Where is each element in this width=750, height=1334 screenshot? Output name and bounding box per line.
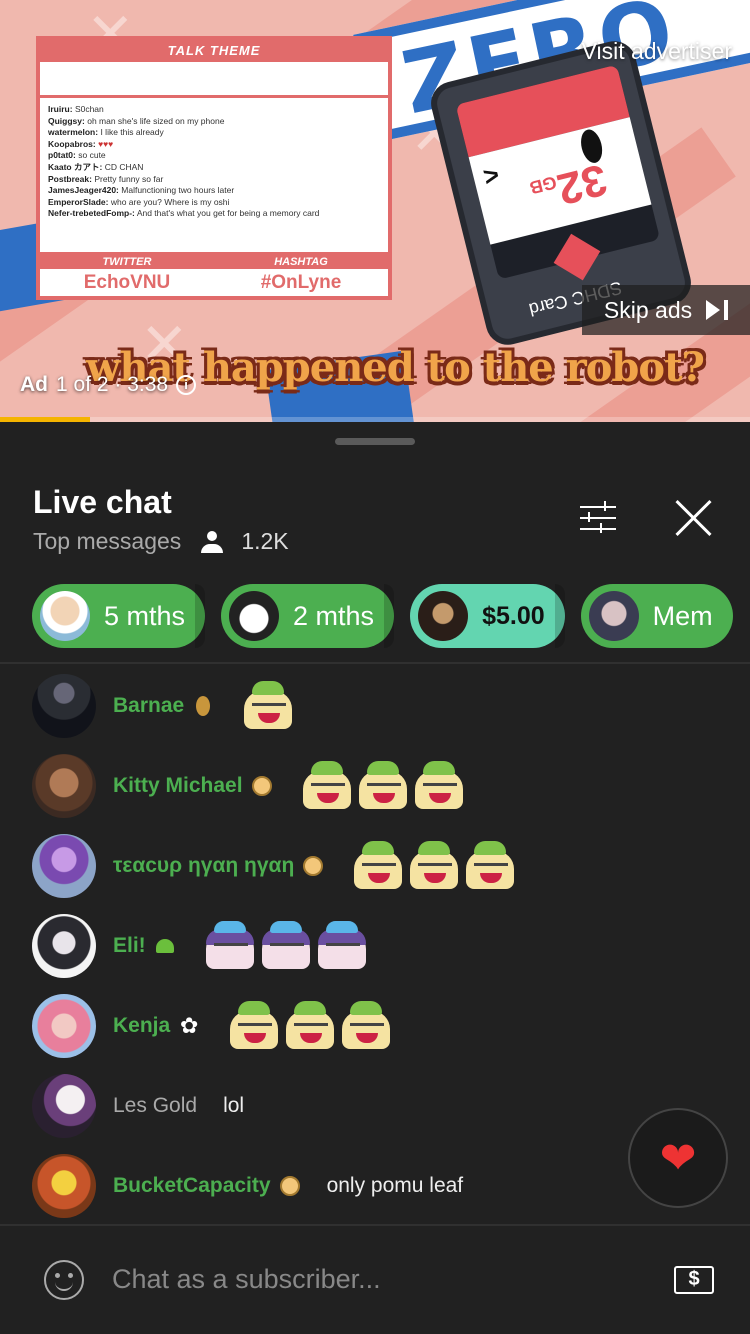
chat-input-bar: $ [0,1224,750,1334]
emote-group [301,761,465,811]
author-name[interactable]: τεαcυρ ηγαη ηγαη [113,854,294,878]
author-name[interactable]: BucketCapacity [113,1174,271,1198]
ad-badge: Ad [20,373,48,396]
talk-message: Iruiru: S0chan [48,104,104,114]
ad-position: 1 of 2 · 3:38 [56,373,169,396]
pomu-leaf-emote [228,1001,280,1051]
girl-emote [260,921,312,971]
emoji-icon[interactable] [44,1260,84,1300]
hashtag: #OnLyne [260,272,342,293]
chat-message: Kenja ✿ [0,986,750,1066]
pomu-leaf-emote [301,761,353,811]
chip-membership[interactable]: 2 mths [221,584,395,648]
talk-message: Kaato カアト: CD CHAN [48,161,144,172]
avatar[interactable] [32,834,96,898]
avatar[interactable] [32,994,96,1058]
skip-ads-label: Skip ads [603,296,693,323]
drag-handle[interactable] [335,438,415,445]
ad-info: Ad 1 of 2 · 3:38 i [20,373,197,397]
talk-theme-messages: Iruiru: S0chan Quiggsy: oh man she's lif… [40,98,388,220]
chat-input[interactable] [112,1254,612,1304]
flower-icon: ✿ [179,1013,199,1038]
chat-mode-label[interactable]: Top messages [33,528,181,555]
chat-subtitle: Top messages 1.2K [33,528,289,555]
message-text: only pomu leaf [326,1174,464,1197]
talk-message: watermelon: I like this already [48,127,164,138]
author-name[interactable]: Kenja [113,1014,170,1038]
avatar[interactable] [32,674,96,738]
chat-message: τεαcυρ ηγαη ηγαη [0,826,750,906]
twitter-handle: EchoVNU [83,272,171,293]
pomu-leaf-emote [464,841,516,891]
avatar [229,591,280,641]
pinned-chips: 5 mths 2 mths $5.00 Mem [32,584,750,648]
talk-theme-footer: TWITTER EchoVNU HASHTAG #OnLyne [40,252,388,296]
author-name[interactable]: Barnae [113,694,184,718]
pomu-leaf-emote [340,1001,392,1051]
pomu-leaf-emote [284,1001,336,1051]
avatar[interactable] [32,914,96,978]
live-chat-panel: Live chat Top messages 1.2K 5 mths 2 mth… [0,422,750,1334]
member-badge-icon [302,855,324,877]
heart-reaction-button[interactable]: ❤ [628,1108,728,1208]
talk-message: EmperorSlade: who are you? Where is my o… [48,196,230,207]
viewer-count: 1.2K [241,528,289,554]
visit-advertiser-link[interactable]: Visit advertiser [582,38,732,65]
talk-message: JamesJeager420: Malfunctioning two hours… [48,185,235,196]
avatar [418,591,469,641]
filter-settings-button[interactable] [578,500,618,536]
pomu-leaf-emote [352,841,404,891]
pomu-leaf-emote [408,841,460,891]
chip-superchat[interactable]: $5.00 [410,584,565,648]
message-text: lol [223,1094,245,1117]
ad-video-player[interactable]: ✕ ✕ ✕ ZERO TALK THEME Iruiru: S0chan Qui… [0,0,750,422]
girl-emote [316,921,368,971]
author-name[interactable]: Kitty Michael [113,774,243,798]
pomu-leaf-emote [357,761,409,811]
chip-membership[interactable]: Mem [580,584,733,648]
skip-next-icon [706,300,729,320]
talk-message: Postbreak: Pretty funny so far [48,173,164,184]
avatar[interactable] [32,754,96,818]
talk-message: Nefer-trebetedFomp-: And that's what you… [48,208,320,219]
avatar [588,591,639,641]
emote-group [204,921,368,971]
super-chat-button[interactable]: $ [674,1266,714,1294]
talk-message: Quiggsy: oh man she's life sized on my p… [48,115,225,126]
person-icon [201,530,224,553]
skip-ads-button[interactable]: Skip ads [582,285,750,335]
talk-message: p0tat0: so cute [48,150,106,161]
emote-group [242,681,294,731]
chat-message: Eli! [0,906,750,986]
member-badge-icon [251,775,273,797]
info-icon[interactable]: i [176,375,197,395]
emote-group [352,841,516,891]
egg-icon [192,695,214,717]
girl-emote [204,921,256,971]
chat-title: Live chat [33,484,172,520]
avatar [40,591,90,641]
talk-message: Koopabros: ♥♥♥ [48,138,114,149]
talk-theme-panel: TALK THEME Iruiru: S0chan Quiggsy: oh ma… [36,36,392,300]
emote-group [228,1001,392,1051]
pomu-leaf-emote [413,761,465,811]
avatar[interactable] [32,1154,96,1218]
heart-icon: ❤ [659,1133,697,1183]
avatar[interactable] [32,1074,96,1138]
author-name[interactable]: Les Gold [113,1094,197,1118]
pomu-leaf-emote [242,681,294,731]
author-name[interactable]: Eli! [113,934,146,958]
chip-membership[interactable]: 5 mths [32,584,206,648]
member-badge-icon [279,1175,301,1197]
close-icon[interactable] [672,496,716,540]
chat-message: Kitty Michael [0,746,750,826]
chat-message: Barnae [0,666,750,746]
divider [0,662,750,664]
sprout-icon [154,935,176,957]
talk-theme-header: TALK THEME [40,40,388,62]
